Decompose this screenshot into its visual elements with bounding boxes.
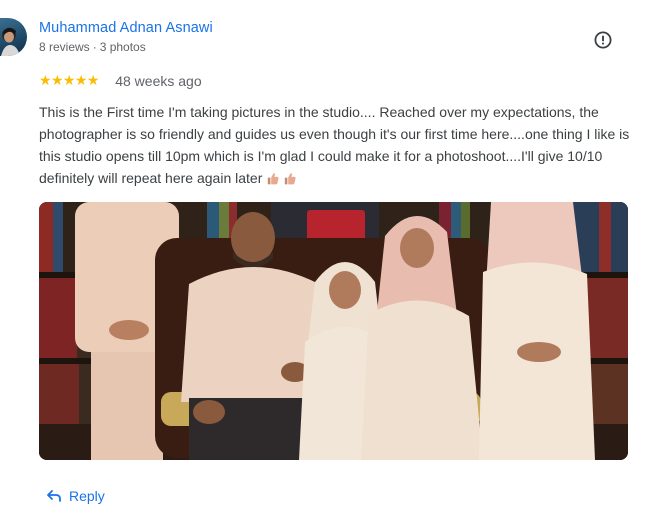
reply-button[interactable]: Reply	[46, 487, 105, 509]
review-text: This is the First time I'm taking pictur…	[39, 101, 639, 189]
author-name-link[interactable]: Muhammad Adnan Asnawi	[39, 20, 213, 36]
star-icon: ★	[74, 72, 88, 88]
author-avatar[interactable]	[0, 18, 27, 56]
reply-label: Reply	[69, 488, 105, 505]
standing-girl-right	[479, 202, 595, 460]
report-review-button[interactable]	[593, 30, 613, 50]
star-icon: ★	[62, 72, 76, 88]
author-meta: 8 reviews · 3 photos	[39, 40, 146, 54]
rating-row: ★★★★★ 48 weeks ago	[39, 72, 202, 90]
thumbs-up-emoji	[285, 173, 296, 185]
star-rating: ★★★★★	[39, 72, 99, 90]
report-icon	[594, 31, 612, 49]
meta-separator: ·	[92, 40, 97, 54]
star-icon: ★	[86, 72, 100, 88]
review-date: 48 weeks ago	[115, 73, 202, 89]
reviews-count: 8 reviews	[39, 40, 90, 54]
thumbs-up-emoji	[268, 173, 279, 185]
reply-arrow-icon	[47, 490, 61, 503]
star-icon: ★	[50, 72, 64, 88]
star-icon: ★	[39, 72, 52, 88]
review-body: This is the First time I'm taking pictur…	[39, 104, 630, 186]
review-photo[interactable]: msu	[39, 202, 628, 460]
photos-count: 3 photos	[99, 40, 146, 54]
